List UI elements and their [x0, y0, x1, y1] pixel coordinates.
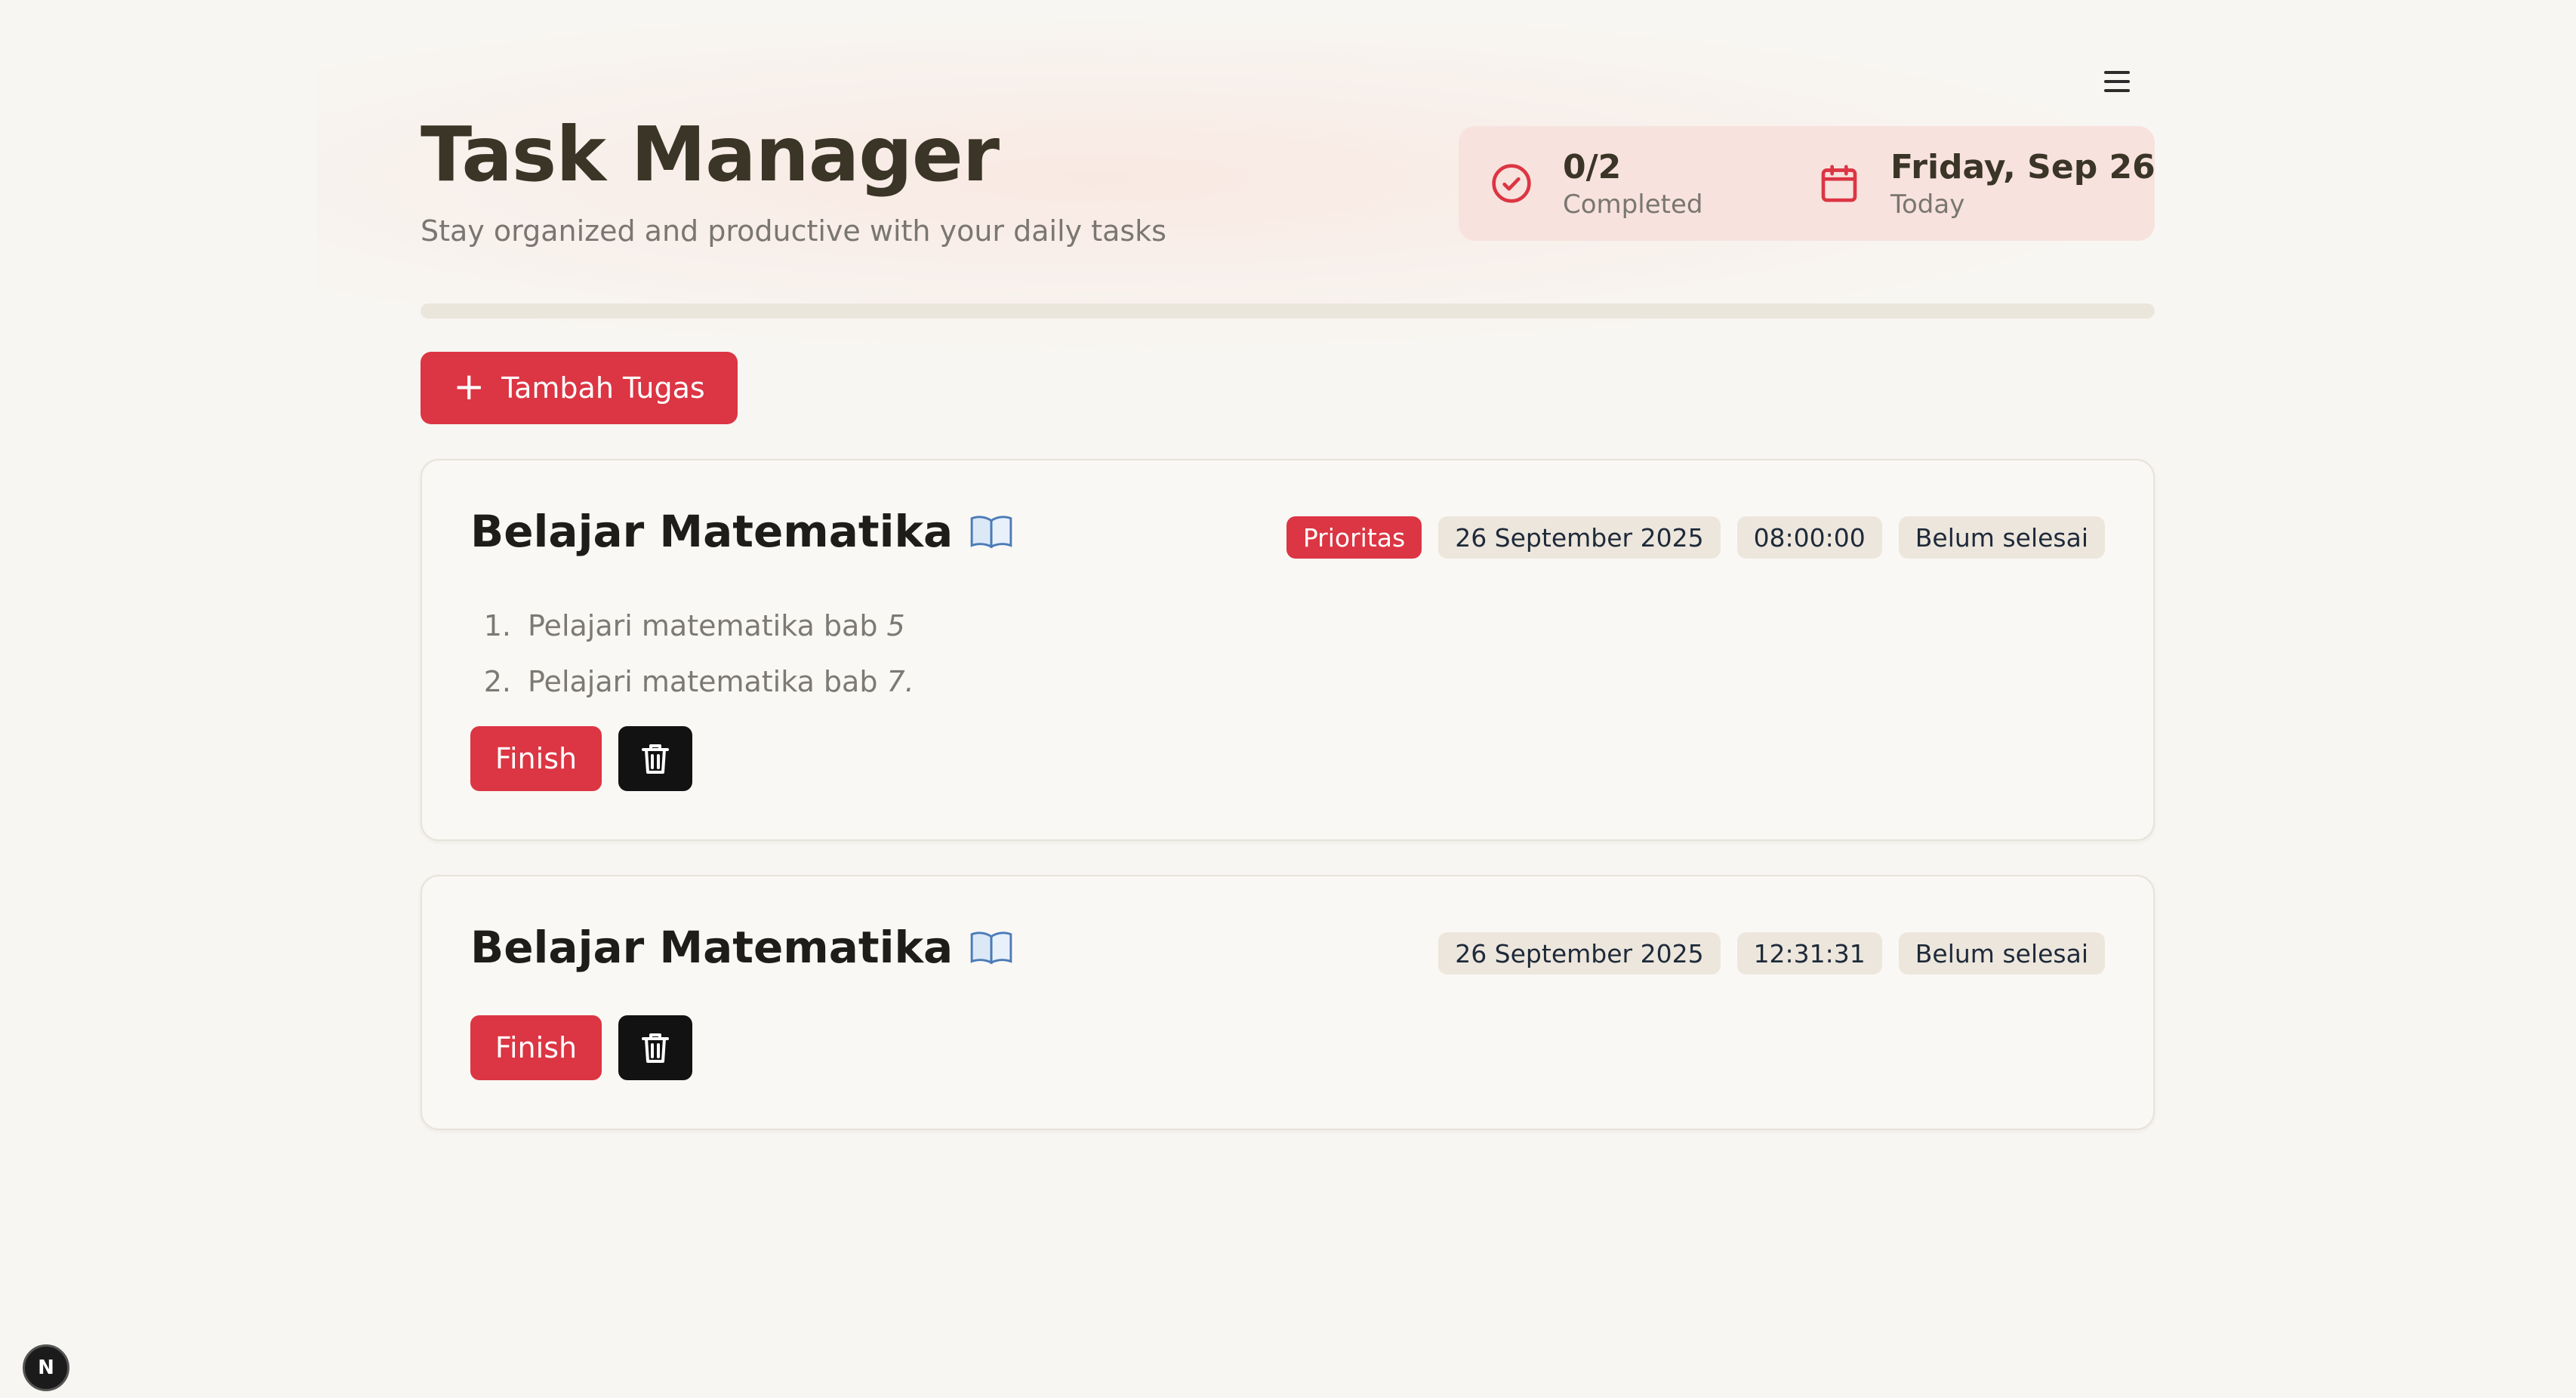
dev-tools-badge[interactable]: N — [23, 1344, 69, 1391]
add-task-label: Tambah Tugas — [501, 371, 705, 405]
step-number: 2. — [483, 665, 511, 698]
page-subtitle: Stay organized and productive with your … — [421, 214, 1166, 248]
time-badge: 12:31:31 — [1736, 932, 1882, 975]
menu-button[interactable] — [2099, 63, 2135, 100]
stats-panel: 0/2 Completed Friday, Sep 26 Today — [1459, 126, 2155, 241]
date-label: Today — [1890, 189, 1965, 220]
step-number: 1. — [483, 609, 511, 642]
task-steps: 1. Pelajari matematika bab 5 2. Pelajari… — [470, 598, 914, 710]
task-actions: Finish — [470, 726, 692, 791]
task-badges: Prioritas 26 September 2025 08:00:00 Bel… — [1286, 516, 2105, 559]
menu-icon-bar — [2104, 71, 2130, 74]
date-badge: 26 September 2025 — [1438, 932, 1721, 975]
add-task-button[interactable]: + Tambah Tugas — [421, 352, 738, 424]
delete-button[interactable] — [618, 726, 692, 791]
current-date: Friday, Sep 26 — [1890, 147, 2155, 186]
task-title-text: Belajar Matematika — [470, 506, 954, 557]
task-card: Belajar Matematika Prioritas 26 Septembe… — [421, 459, 2155, 841]
trash-icon — [642, 1033, 669, 1063]
task-badges: 26 September 2025 12:31:31 Belum selesai — [1438, 932, 2105, 975]
open-book-icon — [970, 516, 1012, 549]
task-title: Belajar Matematika — [470, 922, 1013, 973]
page-title: Task Manager — [421, 110, 1000, 199]
time-badge: 08:00:00 — [1736, 516, 1882, 559]
step-text: Pelajari matematika bab — [528, 665, 878, 698]
menu-icon-bar — [2104, 89, 2130, 92]
task-actions: Finish — [470, 1015, 692, 1080]
status-badge: Belum selesai — [1898, 516, 2105, 559]
step-text: Pelajari matematika bab — [528, 609, 878, 642]
completed-count: 0/2 — [1563, 147, 1622, 186]
plus-icon: + — [453, 365, 485, 408]
completed-label: Completed — [1563, 189, 1703, 220]
delete-button[interactable] — [618, 1015, 692, 1080]
date-badge: 26 September 2025 — [1438, 516, 1721, 559]
completed-stat: 0/2 Completed — [1490, 126, 1702, 241]
calendar-icon — [1821, 165, 1857, 202]
list-item: 2. Pelajari matematika bab 7. — [470, 654, 914, 710]
menu-icon-bar — [2104, 80, 2130, 83]
step-emphasis: 7. — [886, 665, 914, 698]
finish-button[interactable]: Finish — [470, 1015, 602, 1080]
list-item: 1. Pelajari matematika bab 5 — [470, 598, 914, 654]
task-title-text: Belajar Matematika — [470, 922, 954, 973]
check-circle-icon — [1492, 164, 1531, 203]
status-badge: Belum selesai — [1898, 932, 2105, 975]
task-card: Belajar Matematika 26 September 2025 12:… — [421, 875, 2155, 1130]
priority-badge: Prioritas — [1286, 516, 1422, 559]
task-title: Belajar Matematika — [470, 506, 1013, 557]
date-stat: Friday, Sep 26 Today — [1818, 126, 2155, 241]
progress-bar — [421, 303, 2155, 319]
finish-button[interactable]: Finish — [470, 726, 602, 791]
trash-icon — [642, 744, 669, 774]
open-book-icon — [970, 931, 1012, 965]
step-emphasis: 5 — [886, 609, 905, 642]
